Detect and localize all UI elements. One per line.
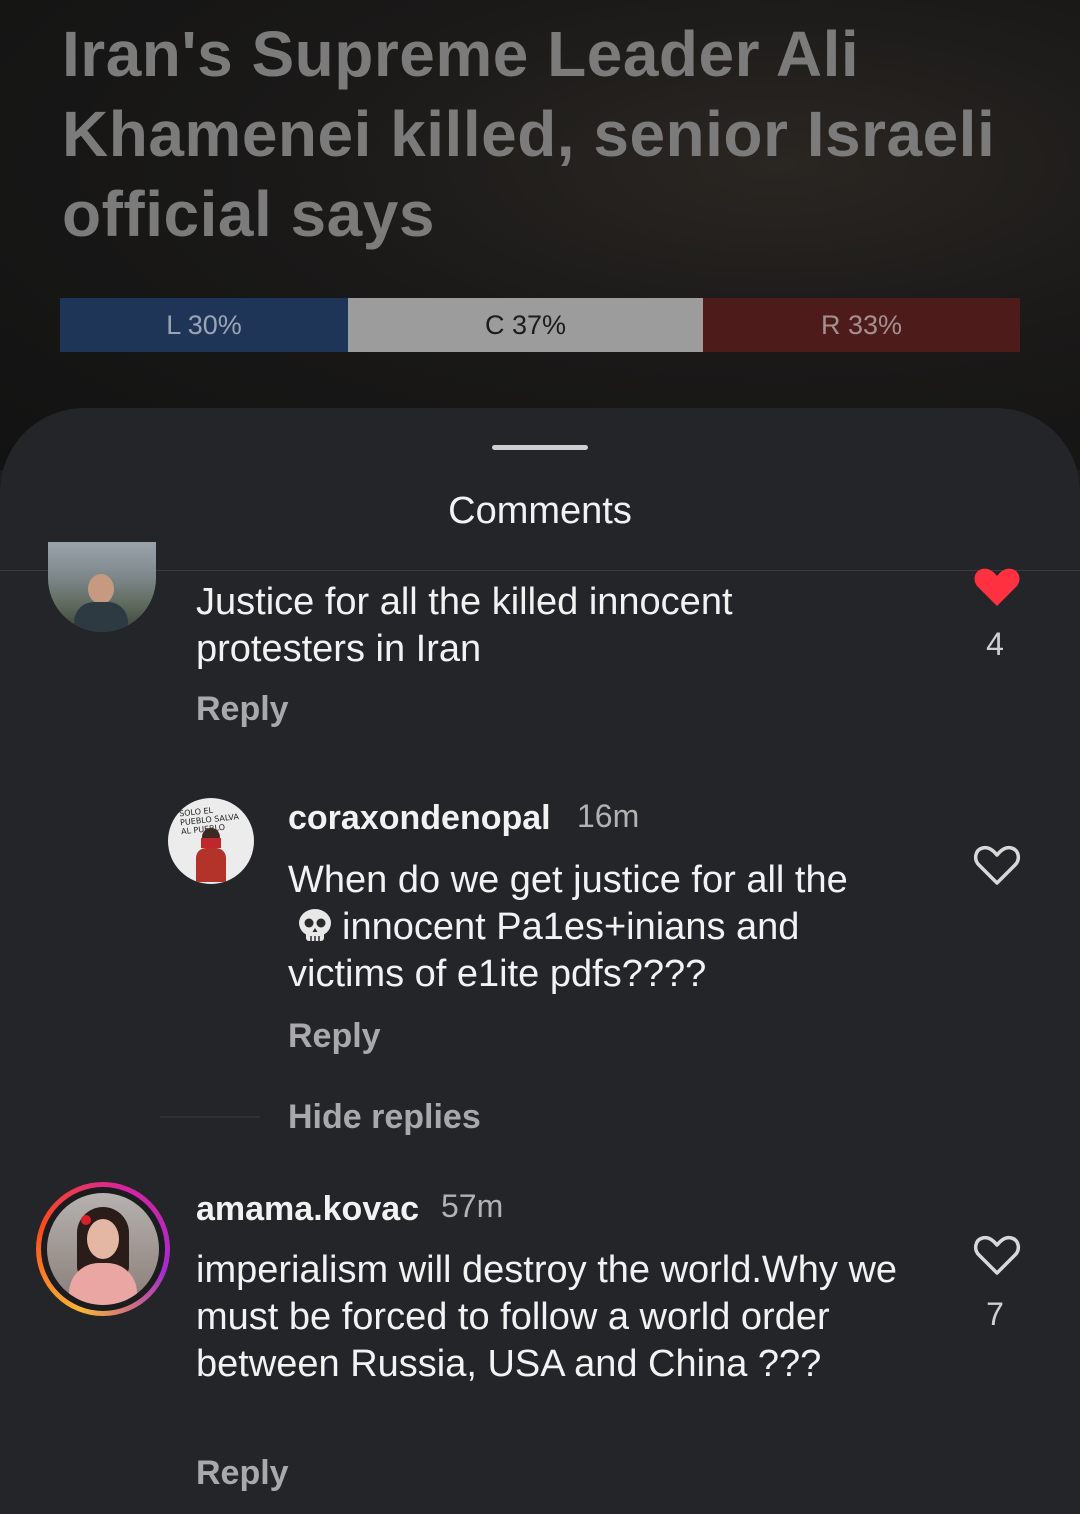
reply-button[interactable]: Reply xyxy=(196,1454,289,1493)
reply-username[interactable]: coraxondenopal xyxy=(288,799,551,838)
avatar-figure-body xyxy=(196,848,226,882)
avatar-face xyxy=(87,1219,119,1259)
thread-line xyxy=(160,1116,260,1118)
sheet-title: Comments xyxy=(448,490,632,532)
comment-timestamp: 57m xyxy=(441,1188,504,1224)
comment-text: Justice for all the killed innocent prot… xyxy=(196,581,733,670)
like-count: 4 xyxy=(986,626,1004,662)
avatar-body xyxy=(74,602,128,632)
article-headline: Iran's Supreme Leader Ali Khamenei kille… xyxy=(62,18,996,250)
reply-avatar[interactable]: SOLO EL PUEBLO SALVA AL PUEBLO xyxy=(168,798,254,884)
commenter-username[interactable]: amama.kovac xyxy=(196,1190,419,1229)
reply-text-end: innocent Pa1es+inians and victims of e1i… xyxy=(288,906,800,995)
bias-left-segment: L 30% xyxy=(60,298,348,352)
article-header: Iran's Supreme Leader Ali Khamenei kille… xyxy=(0,0,1080,470)
avatar-figure-mask xyxy=(201,838,221,848)
bias-center-segment: C 37% xyxy=(348,298,703,352)
reply-button[interactable]: Reply xyxy=(196,690,289,729)
reply-button[interactable]: Reply xyxy=(288,1017,381,1056)
sheet-divider xyxy=(0,570,1080,571)
like-count: 7 xyxy=(986,1296,1004,1332)
reply-text-start: When do we get justice for all the xyxy=(288,859,848,901)
avatar-flower xyxy=(81,1215,91,1225)
comment-text: imperialism will destroy the world.Why w… xyxy=(196,1249,898,1385)
hide-replies-button[interactable]: Hide replies xyxy=(288,1098,481,1137)
commenter-avatar[interactable] xyxy=(47,1193,159,1305)
heart-outline-icon[interactable] xyxy=(972,840,1022,890)
heart-filled-icon[interactable] xyxy=(972,562,1022,612)
reply-text: When do we get justice for all the innoce… xyxy=(288,857,888,998)
bias-distribution-bar: L 30% C 37% R 33% xyxy=(60,298,1020,352)
bias-right-segment: R 33% xyxy=(703,298,1020,352)
skull-emoji-icon xyxy=(299,909,331,941)
avatar-head xyxy=(88,574,114,604)
heart-outline-icon[interactable] xyxy=(972,1230,1022,1280)
reply-timestamp: 16m xyxy=(577,798,640,834)
sheet-drag-handle[interactable] xyxy=(492,445,588,450)
